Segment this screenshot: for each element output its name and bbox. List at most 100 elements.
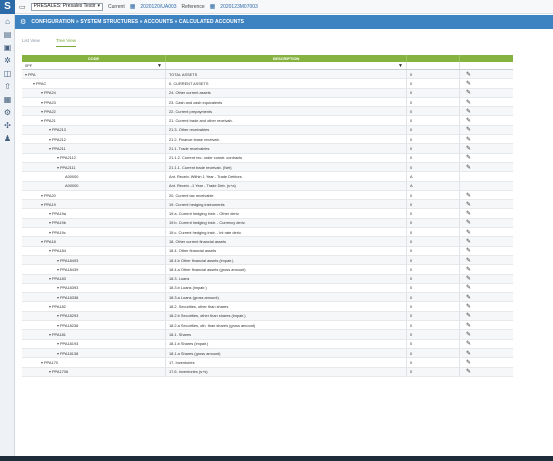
expand-toggle-icon[interactable]: ▾ bbox=[41, 100, 43, 105]
edit-pencil-icon[interactable]: ✎ bbox=[466, 257, 471, 264]
table-row[interactable]: ▾ PPA18 18. Other current financial assets… bbox=[22, 237, 513, 247]
table-row[interactable]: ▾ PPA212 21.2. Finance lease receivab. 0 ✎ bbox=[22, 135, 513, 145]
table-row[interactable]: ▾ PPA23 23. Cash and cash equivalents 0 ✎ bbox=[22, 97, 513, 108]
table-row[interactable]: ▾ PPA18493 18.4.b Other financial assets (… bbox=[22, 255, 513, 266]
table-row[interactable]: A00000 Ant. Receiv. -1 Year - Trade Deb. … bbox=[22, 181, 513, 191]
edit-pencil-icon[interactable]: ✎ bbox=[466, 192, 471, 199]
table-row[interactable]: A00000 Ant. Receiv. Within 1 Year - Trade… bbox=[22, 172, 513, 182]
table-row[interactable]: ▾ PPA18393 18.3.b Loans (impair.) 0 ✎ bbox=[22, 283, 513, 294]
expand-toggle-icon[interactable]: ▾ bbox=[49, 220, 51, 225]
table-row[interactable]: ▾ PPA18193 18.1.b Shares (impair.) 0 ✎ bbox=[22, 339, 513, 349]
table-row[interactable]: ▾ PPA213 21.3. Other receivables 0 ✎ bbox=[22, 125, 513, 136]
edit-pencil-icon[interactable]: ✎ bbox=[466, 294, 471, 301]
expand-toggle-icon[interactable]: ▾ bbox=[57, 267, 59, 272]
expand-toggle-icon[interactable]: ▾ bbox=[41, 109, 43, 114]
expand-toggle-icon[interactable]: ▾ bbox=[57, 285, 59, 290]
calendar-icon[interactable]: ▦ bbox=[210, 3, 216, 10]
table-row[interactable]: ▾ PPA2112 21.1.2. Current rec. order const… bbox=[22, 153, 513, 163]
home-icon[interactable]: ⌂ bbox=[0, 17, 15, 27]
edit-pencil-icon[interactable]: ✎ bbox=[466, 368, 471, 375]
expand-toggle-icon[interactable]: ▾ bbox=[49, 248, 51, 253]
reference-period[interactable]: 2020123M07003 bbox=[220, 4, 258, 10]
table-row[interactable]: ▾ PPA24 24. Other current assets 0 ✎ bbox=[22, 88, 513, 98]
table-row[interactable]: ▾ PPA1706 17.6. Inventories (s+s) 0 ✎ bbox=[22, 367, 513, 377]
edit-pencil-icon[interactable]: ✎ bbox=[466, 284, 471, 291]
edit-pencil-icon[interactable]: ✎ bbox=[466, 229, 471, 236]
expand-toggle-icon[interactable]: ▾ bbox=[41, 360, 43, 365]
expand-toggle-icon[interactable]: ▾ bbox=[49, 230, 51, 235]
expand-toggle-icon[interactable]: ▾ bbox=[41, 193, 43, 198]
edit-pencil-icon[interactable]: ✎ bbox=[466, 275, 471, 282]
table-row[interactable]: ▾ PPA170 17. Inventories 0 ✎ bbox=[22, 358, 513, 368]
table-row[interactable]: ▾ PPA18338 18.3.a Loans (gross amount) 0 ✎ bbox=[22, 293, 513, 303]
expand-toggle-icon[interactable]: ▾ bbox=[49, 332, 51, 337]
edit-pencil-icon[interactable]: ✎ bbox=[466, 340, 471, 347]
scenario-select[interactable]: PRESALES: Presales Testir ▾ bbox=[30, 2, 104, 11]
table-row[interactable]: ▾ PPA18293 18.2.b Securities, other than s… bbox=[22, 311, 513, 322]
edit-pencil-icon[interactable]: ✎ bbox=[466, 145, 471, 152]
column-header-description[interactable]: DESCRIPTION bbox=[166, 55, 407, 62]
expand-toggle-icon[interactable]: ▾ bbox=[41, 118, 43, 123]
expand-toggle-icon[interactable]: ▾ bbox=[49, 146, 51, 151]
filter-icon[interactable]: ▼ bbox=[398, 63, 403, 69]
expand-toggle-icon[interactable]: ▾ bbox=[57, 341, 59, 346]
edit-pencil-icon[interactable]: ✎ bbox=[466, 331, 471, 338]
edit-pencil-icon[interactable]: ✎ bbox=[466, 89, 471, 96]
edit-pencil-icon[interactable]: ✎ bbox=[466, 136, 471, 143]
expand-toggle-icon[interactable]: ▾ bbox=[41, 239, 43, 244]
table-row[interactable]: ▾ PPA18439 18.4.a Other financial assets (… bbox=[22, 265, 513, 275]
edit-pencil-icon[interactable]: ✎ bbox=[466, 247, 471, 254]
expand-toggle-icon[interactable]: ▾ bbox=[49, 276, 51, 281]
table-row[interactable]: ▾ PPA19b 19.b. Current hedging instr. - Cu… bbox=[22, 218, 513, 229]
filter-icon[interactable]: ▼ bbox=[157, 63, 162, 69]
table-row[interactable]: ▾ PPA182 18.2. Securities, other than shar… bbox=[22, 302, 513, 312]
table-row[interactable]: ▾ PPA22 22. Current prepayments 0 ✎ bbox=[22, 107, 513, 117]
edit-pencil-icon[interactable]: ✎ bbox=[466, 99, 471, 106]
edit-pencil-icon[interactable]: ✎ bbox=[466, 312, 471, 319]
report-icon[interactable]: ◫ bbox=[0, 69, 15, 79]
table-row[interactable]: ▾ PPA183 18.3. Loans 0 ✎ bbox=[22, 274, 513, 284]
edit-pencil-icon[interactable]: ✎ bbox=[466, 219, 471, 226]
edit-pencil-icon[interactable]: ✎ bbox=[466, 210, 471, 217]
table-row[interactable]: ▾ PPAC II. CURRENT ASSETS 0 ✎ bbox=[22, 79, 513, 89]
expand-toggle-icon[interactable]: ▾ bbox=[49, 211, 51, 216]
settings-icon[interactable]: ✲ bbox=[0, 56, 15, 66]
tab-list-view[interactable]: List View bbox=[22, 38, 40, 47]
edit-pencil-icon[interactable]: ✎ bbox=[466, 126, 471, 133]
expand-toggle-icon[interactable]: ▾ bbox=[57, 351, 59, 356]
expand-toggle-icon[interactable]: ▾ bbox=[25, 72, 27, 77]
description-filter-cell[interactable]: ▼ bbox=[166, 62, 407, 69]
expand-toggle-icon[interactable]: ▾ bbox=[49, 137, 51, 142]
table-row[interactable]: ▾ PPA20 20. Current tax receivable 0 ✎ bbox=[22, 190, 513, 201]
edit-pencil-icon[interactable]: ✎ bbox=[466, 108, 471, 115]
edit-pencil-icon[interactable]: ✎ bbox=[466, 350, 471, 357]
calendar-icon[interactable]: ▦ bbox=[130, 3, 136, 10]
code-filter-input[interactable]: 0PF bbox=[25, 63, 32, 68]
table-row[interactable]: ▾ PPA211 21.1. Trade receivables 0 ✎ bbox=[22, 144, 513, 154]
table-row[interactable]: ▾ PPA19a 19.a. Current hedging instr. - Ot… bbox=[22, 209, 513, 219]
users-icon[interactable]: ♟ bbox=[0, 134, 15, 144]
edit-pencil-icon[interactable]: ✎ bbox=[466, 80, 471, 87]
expand-toggle-icon[interactable]: ▾ bbox=[57, 258, 59, 263]
tools-icon[interactable]: ✣ bbox=[0, 121, 15, 131]
table-row[interactable]: ▾ PPA184 18.4. Other financial assets 0 ✎ bbox=[22, 246, 513, 256]
calendar-icon[interactable]: ▦ bbox=[0, 95, 15, 105]
table-row[interactable]: ▾ PPA2111 21.1.1. Current trade receivab. … bbox=[22, 162, 513, 173]
edit-pencil-icon[interactable]: ✎ bbox=[466, 154, 471, 161]
document-icon[interactable]: ▤ bbox=[0, 30, 15, 40]
edit-pencil-icon[interactable]: ✎ bbox=[466, 322, 471, 329]
edit-pencil-icon[interactable]: ✎ bbox=[466, 238, 471, 245]
code-filter-cell[interactable]: 0PF ▼ bbox=[22, 62, 166, 69]
expand-toggle-icon[interactable]: ▾ bbox=[49, 304, 51, 309]
table-row[interactable]: ▾ PPA21 21. Current trade and other receiv… bbox=[22, 116, 513, 126]
expand-toggle-icon[interactable]: ▾ bbox=[49, 127, 51, 132]
table-row[interactable]: ▾ PPA181 18.1. Shares 0 ✎ bbox=[22, 330, 513, 340]
table-row[interactable]: ▾ PPA19c 19.c. Current hedging instr. - In… bbox=[22, 228, 513, 238]
edit-pencil-icon[interactable]: ✎ bbox=[466, 117, 471, 124]
expand-toggle-icon[interactable]: ▾ bbox=[41, 90, 43, 95]
upload-icon[interactable]: ⇧ bbox=[0, 82, 15, 92]
edit-pencil-icon[interactable]: ✎ bbox=[466, 266, 471, 273]
expand-toggle-icon[interactable]: ▾ bbox=[57, 295, 59, 300]
edit-pencil-icon[interactable]: ✎ bbox=[466, 359, 471, 366]
column-header-code[interactable]: CODE bbox=[22, 55, 166, 62]
